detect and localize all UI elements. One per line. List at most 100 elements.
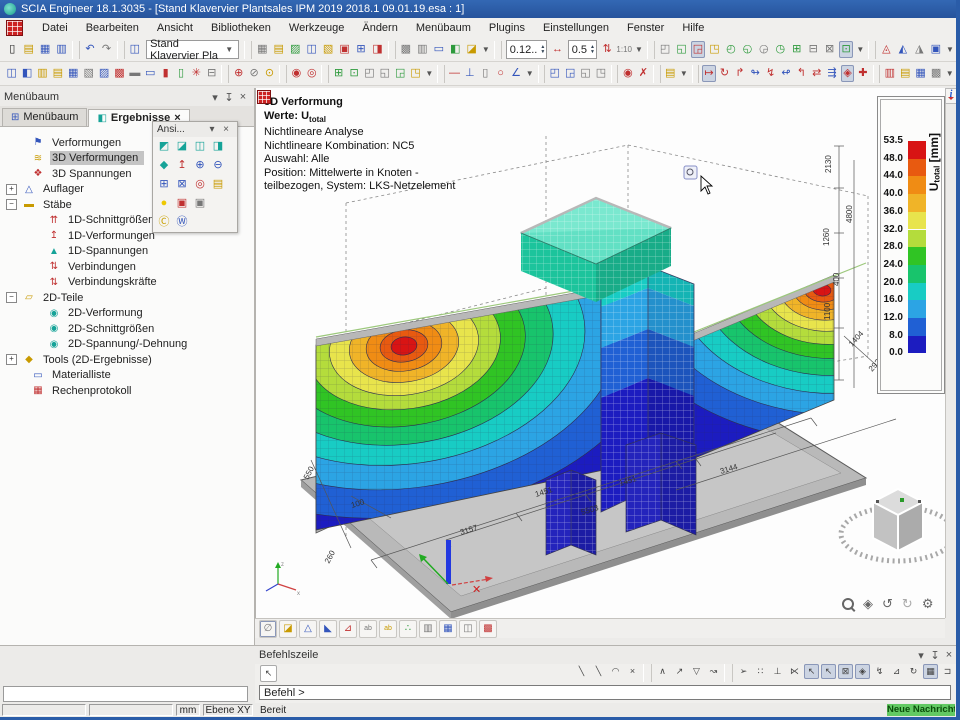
tree-item-2d-verformung[interactable]: ◉2D-Verformung: [0, 306, 254, 322]
view-iso-icon[interactable]: ◆: [155, 157, 173, 174]
deform-scale-icon[interactable]: ⇅: [600, 41, 614, 58]
menu-einstellungen[interactable]: Einstellungen: [534, 19, 618, 37]
pin-icon[interactable]: ↧: [222, 91, 236, 104]
node-snap-icon[interactable]: ↖: [821, 664, 836, 679]
ratio-icon[interactable]: 1:10: [616, 41, 632, 58]
results-display-icon[interactable]: ▥: [419, 620, 437, 638]
circle-tool-icon[interactable]: ○: [494, 65, 507, 82]
rotate-node-icon[interactable]: ↻: [718, 65, 731, 82]
delete-snap-icon[interactable]: ×: [625, 664, 640, 679]
status-plane[interactable]: Ebene XY: [203, 704, 253, 716]
menu-bibliotheken[interactable]: Bibliotheken: [202, 19, 280, 37]
scale-reset-icon[interactable]: ↔: [550, 41, 564, 58]
angle-snap-icon[interactable]: ⊿: [889, 664, 904, 679]
clipboard-icon[interactable]: ◫: [304, 41, 318, 58]
engineering-report-icon[interactable]: ◧: [448, 41, 462, 58]
clipboard-view-icon[interactable]: Ⓒ: [155, 214, 173, 231]
grid-minus-icon[interactable]: ⊟: [806, 41, 820, 58]
expand-icon[interactable]: +: [6, 354, 17, 365]
tangent-snap-icon[interactable]: ↯: [872, 664, 887, 679]
lightbulb-icon[interactable]: ●: [155, 195, 173, 212]
wizard-icon[interactable]: ◬: [879, 41, 893, 58]
camera-icon[interactable]: ▣: [173, 195, 191, 212]
line2-snap-icon[interactable]: ╲: [591, 664, 606, 679]
vertex-snap-icon[interactable]: ∧: [655, 664, 670, 679]
view-corner1-icon[interactable]: ◰: [658, 41, 672, 58]
info-layer-icon[interactable]: i: [945, 88, 957, 104]
stretch-icon[interactable]: ↬: [749, 65, 762, 82]
tab-menubaum[interactable]: ⊞ Menübaum: [2, 108, 87, 126]
table-icon[interactable]: ⊞: [354, 41, 368, 58]
case-copy-icon[interactable]: ◰: [363, 65, 376, 82]
mesh-toggle-icon[interactable]: ∴: [399, 620, 417, 638]
zoom-selection-icon[interactable]: ◎: [191, 176, 209, 193]
calc-mesh-icon[interactable]: ▦: [255, 41, 269, 58]
delete-icon[interactable]: ◉: [621, 65, 634, 82]
zoom-all-icon[interactable]: ⊠: [173, 176, 191, 193]
open-subfolder-icon[interactable]: ▤: [664, 65, 677, 82]
rotate-snap-icon[interactable]: ↻: [906, 664, 921, 679]
factor-spinner[interactable]: 0.5 ▲▼: [568, 40, 597, 59]
chevron-down-icon[interactable]: ▼: [856, 45, 864, 54]
node-snap-icon[interactable]: ▮: [159, 65, 172, 82]
select-cursor-icon[interactable]: ↖: [260, 665, 277, 682]
line-tool-icon[interactable]: —: [448, 65, 461, 82]
text-params-icon[interactable]: ab: [359, 620, 377, 638]
extend-icon[interactable]: ↫: [779, 65, 792, 82]
tree-item-verbindungen[interactable]: ⇅Verbindungen: [0, 259, 254, 275]
loads-toggle-icon[interactable]: ◣: [319, 620, 337, 638]
view-corner2-icon[interactable]: ◱: [674, 41, 688, 58]
multicopy-icon[interactable]: ◲: [564, 65, 577, 82]
copy-props-icon[interactable]: ▧: [321, 41, 335, 58]
chevron-down-icon[interactable]: ▼: [946, 69, 954, 78]
explode-icon[interactable]: ✚: [856, 65, 869, 82]
join-icon[interactable]: ⇄: [810, 65, 823, 82]
zoom-icon[interactable]: [842, 598, 854, 610]
view-q2-icon[interactable]: ◵: [740, 41, 754, 58]
save-icon[interactable]: ▥: [54, 41, 68, 58]
table-input-icon[interactable]: ▦: [923, 664, 938, 679]
zoom-hint-button[interactable]: [684, 166, 697, 179]
view-axis-icon[interactable]: ↥: [173, 157, 191, 174]
redo-icon[interactable]: ↷: [99, 41, 113, 58]
menu-werkzeuge[interactable]: Werkzeuge: [280, 19, 353, 37]
support-line-icon[interactable]: ⊘: [247, 65, 260, 82]
chevron-down-icon[interactable]: ▼: [680, 69, 688, 78]
info-box-icon[interactable]: ▣: [929, 41, 943, 58]
tree-item-rechenprotokoll[interactable]: ▦Rechenprotokoll: [0, 383, 254, 399]
chevron-down-icon[interactable]: ▼: [526, 69, 534, 78]
chevron-down-icon[interactable]: ▼: [635, 45, 643, 54]
copy-icon[interactable]: ◰: [548, 65, 561, 82]
view-corner3-icon[interactable]: ◲: [691, 41, 705, 58]
case-new-icon[interactable]: ◲: [394, 65, 407, 82]
haunch-icon[interactable]: ▩: [113, 65, 126, 82]
navigation-cube[interactable]: [841, 489, 946, 561]
scale-spinner[interactable]: 0.12.. ▲▼: [506, 40, 547, 59]
wired-view-icon[interactable]: Ⓦ: [173, 214, 191, 231]
new-file-icon[interactable]: ▯: [5, 41, 19, 58]
section-display-icon[interactable]: ▦: [439, 620, 457, 638]
window-display-icon[interactable]: ◫: [459, 620, 477, 638]
tree-item-tools-2d[interactable]: +◆Tools (2D-Ergebnisse): [0, 352, 254, 368]
layout-icon[interactable]: ◫: [128, 41, 142, 58]
rotate-view2-icon[interactable]: ↻: [902, 596, 913, 612]
tree-item-1d-spannungen[interactable]: ▲1D-Spannungen: [0, 244, 254, 260]
print-icon[interactable]: ▩: [399, 41, 413, 58]
pointer-mode-icon[interactable]: ➢: [736, 664, 751, 679]
arc-snap-icon[interactable]: ◠: [608, 664, 623, 679]
close-icon[interactable]: ×: [219, 124, 233, 135]
view-side-icon[interactable]: ◫: [191, 138, 209, 155]
angle-tool-icon[interactable]: ∠: [509, 65, 522, 82]
mesh-node-icon[interactable]: ▯: [174, 65, 187, 82]
axis-display-icon[interactable]: ▩: [929, 65, 942, 82]
zoom-window-icon[interactable]: ⊞: [155, 176, 173, 193]
chevron-down-icon[interactable]: ▼: [425, 69, 433, 78]
grid-plus-icon[interactable]: ⊞: [790, 41, 804, 58]
view-axo-icon[interactable]: ◨: [209, 138, 227, 155]
rect-tool-icon[interactable]: ▯: [479, 65, 492, 82]
expand-icon[interactable]: +: [6, 184, 17, 195]
save-all-icon[interactable]: ▦: [38, 41, 52, 58]
link-icon[interactable]: ⊟: [205, 65, 218, 82]
ortho-snap-icon[interactable]: ⊥: [770, 664, 785, 679]
view-top-icon[interactable]: ◩: [155, 138, 173, 155]
